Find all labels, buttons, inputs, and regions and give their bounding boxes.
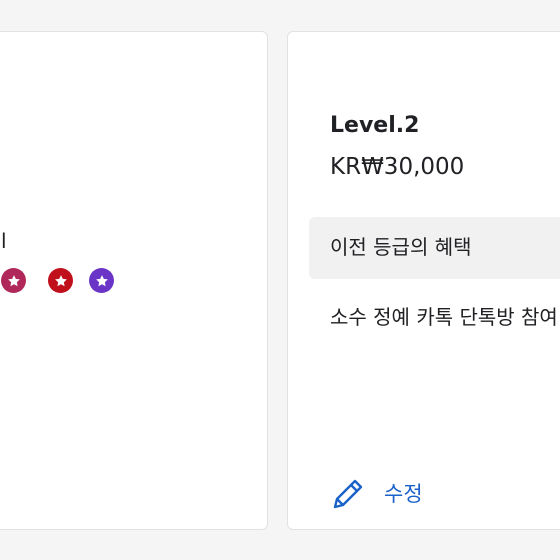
membership-card-left: l	[0, 31, 268, 530]
card-text-partial: l	[1, 229, 7, 253]
membership-card-level-2: Level.2 KR₩30,000 이전 등급의 혜택 소수 정예 카톡 단톡방…	[287, 31, 560, 530]
pencil-icon	[333, 479, 363, 509]
level-price: KR₩30,000	[330, 154, 465, 180]
star-badge-icon	[89, 268, 114, 293]
benefit-label: 이전 등급의 혜택	[330, 235, 472, 259]
star-badge-icon	[1, 268, 26, 293]
edit-button[interactable]: 수정	[330, 474, 423, 514]
edit-label: 수정	[384, 482, 423, 506]
benefit-item: 소수 정예 카톡 단톡방 참여	[330, 305, 558, 329]
level-title: Level.2	[330, 113, 420, 138]
benefit-section: 이전 등급의 혜택	[309, 217, 560, 279]
star-badge-icon	[48, 268, 73, 293]
